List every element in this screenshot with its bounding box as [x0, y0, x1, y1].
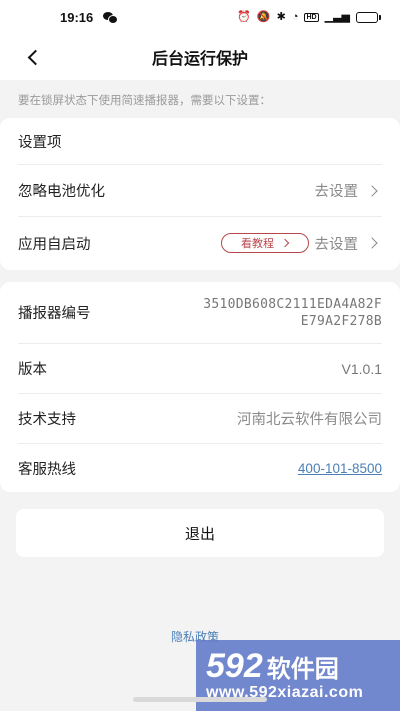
- wechat-icon: [103, 11, 119, 24]
- bluetooth-icon: ✱: [276, 10, 286, 23]
- page-title: 后台运行保护: [151, 49, 248, 68]
- version-label: 版本: [18, 362, 47, 378]
- alarm-icon: ⏰: [237, 10, 251, 23]
- device-id-line-2: E79A2F278B: [300, 313, 382, 329]
- status-left: 19:16: [60, 9, 119, 25]
- watermark-name: 软件园: [266, 655, 339, 683]
- settings-section-title: 设置项: [18, 134, 62, 151]
- chevron-left-icon: [27, 49, 43, 65]
- support-label: 技术支持: [18, 412, 76, 428]
- status-time: 19:16: [60, 9, 94, 25]
- signal-icon: ▁▃▅: [324, 10, 350, 23]
- battery-optimization-label: 忽略电池优化: [18, 184, 105, 200]
- battery-optimization-action[interactable]: 去设置: [315, 180, 383, 201]
- watermark-number: 592: [206, 647, 263, 685]
- chevron-right-icon: [366, 237, 378, 249]
- support-row: 技术支持 河南北云软件有限公司: [18, 394, 382, 444]
- back-button[interactable]: [18, 42, 48, 72]
- tutorial-label: 看教程: [241, 237, 274, 250]
- version-value: V1.0.1: [341, 360, 382, 377]
- logout-button[interactable]: 退出: [16, 509, 384, 557]
- auto-start-row[interactable]: 应用自启动 看教程 去设置: [18, 217, 382, 269]
- go-settings-label[interactable]: 去设置: [315, 233, 359, 254]
- device-id-row: 播报器编号 3510DB608C2111EDA4A82F E79A2F278B: [18, 282, 382, 344]
- device-id-line-1: 3510DB608C2111EDA4A82F: [203, 296, 382, 312]
- status-right: ⏰ 🔕 ✱ ◔ HD ▁▃▅: [237, 10, 381, 23]
- info-card: 播报器编号 3510DB608C2111EDA4A82F E79A2F278B …: [0, 282, 400, 492]
- hotline-link[interactable]: 400-101-8500: [298, 461, 382, 476]
- battery-optimization-row[interactable]: 忽略电池优化 去设置: [18, 165, 382, 217]
- home-indicator: [133, 697, 267, 702]
- hotline-row: 客服热线 400-101-8500: [18, 444, 382, 492]
- support-value: 河南北云软件有限公司: [237, 412, 382, 428]
- go-settings-label: 去设置: [314, 184, 359, 200]
- settings-card: 设置项 忽略电池优化 去设置 应用自启动 看教程 去设置: [0, 118, 400, 270]
- wifi-icon: ◔: [291, 10, 299, 23]
- nav-bar: 后台运行保护: [0, 34, 400, 80]
- hotline-label: 客服热线: [18, 461, 76, 478]
- hint-text: 要在锁屏状态下使用简速播报器，需要以下设置：: [18, 93, 271, 107]
- tutorial-button[interactable]: 看教程: [220, 233, 309, 253]
- chevron-right-icon: [366, 184, 378, 197]
- status-bar: 19:16 ⏰ 🔕 ✱ ◔ HD ▁▃▅: [0, 0, 400, 34]
- device-id-value: 3510DB608C2111EDA4A82F E79A2F278B: [203, 296, 382, 330]
- auto-start-label: 应用自启动: [18, 236, 91, 253]
- watermark-brand: 592 软件园: [206, 649, 400, 684]
- battery-icon: [356, 11, 381, 23]
- settings-section-header: 设置项: [18, 118, 382, 165]
- mute-icon: 🔕: [256, 10, 271, 23]
- auto-start-actions: 看教程 去设置: [220, 233, 383, 254]
- chevron-right-icon: [280, 238, 290, 248]
- hd-icon: HD: [304, 12, 319, 22]
- device-id-label: 播报器编号: [18, 306, 91, 322]
- version-row: 版本 V1.0.1: [18, 344, 382, 394]
